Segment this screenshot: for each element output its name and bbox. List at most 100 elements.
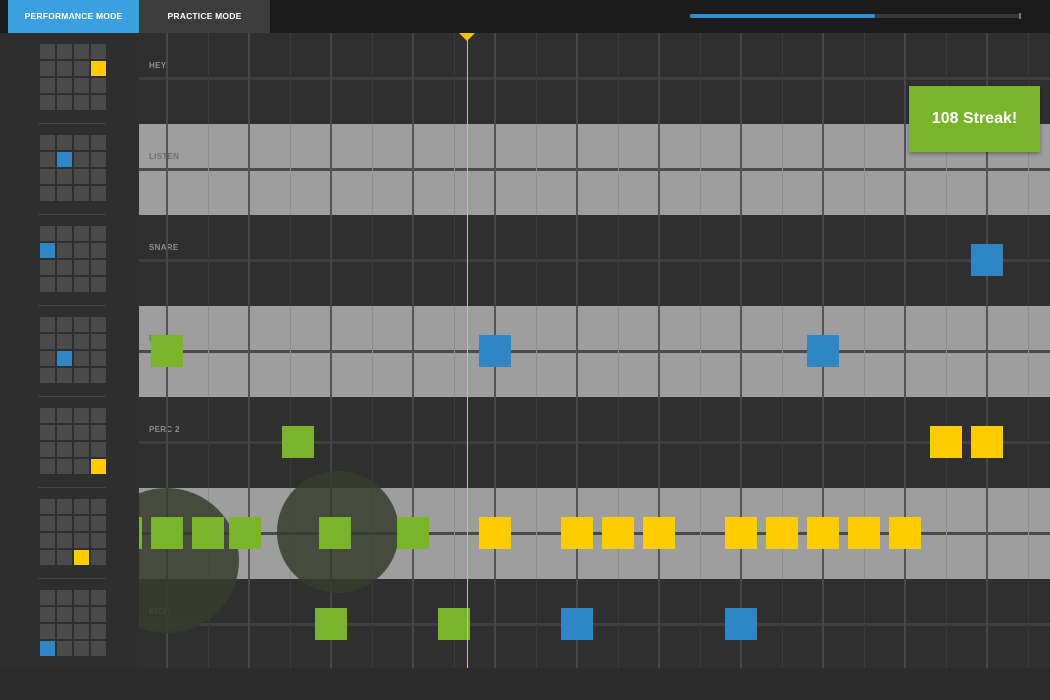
pad-cell: [74, 78, 89, 93]
note-block: [479, 517, 511, 549]
pad-cell: [91, 425, 106, 440]
pad-cell: [91, 624, 106, 639]
pad-cell: [57, 78, 72, 93]
pad-cell: [40, 95, 55, 110]
song-progress-end-marker: [1019, 13, 1021, 19]
pad-cell: [57, 516, 72, 531]
grid-line-segment: [1028, 306, 1029, 397]
note-block: [971, 426, 1003, 458]
grid-line-segment: [290, 124, 291, 215]
pad-cell: [57, 44, 72, 59]
pad-cell: [74, 499, 89, 514]
pad-cell: [74, 169, 89, 184]
streak-badge: 108 Streak!: [909, 86, 1040, 152]
pad-cell: [40, 226, 55, 241]
tab-practice-mode[interactable]: PRACTICE MODE: [139, 0, 270, 33]
grid-line-segment: [248, 124, 250, 215]
grid-line-segment: [494, 124, 496, 215]
pad-cell: [57, 226, 72, 241]
pad-cell: [57, 459, 72, 474]
grid-line-segment: [576, 124, 578, 215]
pad-grid-preview: [40, 499, 108, 567]
playhead-line: [467, 33, 468, 668]
grid-line-segment: [372, 306, 373, 397]
grid-line-segment: [782, 306, 783, 397]
pad-cell: [57, 260, 72, 275]
note-block: [807, 517, 839, 549]
pad-cell: [57, 641, 72, 656]
grid-line-segment: [536, 306, 537, 397]
pad-cell: [91, 95, 106, 110]
pad-cell: [91, 533, 106, 548]
track-row: PERC: [139, 306, 1050, 397]
pad-cell: [40, 277, 55, 292]
pad-cell: [74, 425, 89, 440]
pad-cell-active: [57, 152, 72, 167]
pad-cell: [40, 351, 55, 366]
note-block: [725, 608, 757, 640]
grid-line-segment: [412, 306, 414, 397]
pad-cell: [57, 607, 72, 622]
grid-line-segment: [700, 488, 701, 579]
pad-cell: [91, 641, 106, 656]
pad-cell: [91, 499, 106, 514]
grid-line-segment: [536, 488, 537, 579]
pad-separator: [38, 305, 106, 306]
track-lane-line: [139, 350, 1050, 353]
pad-cell: [74, 277, 89, 292]
grid-line-segment: [986, 306, 988, 397]
pad-cell: [74, 260, 89, 275]
grid-line-segment: [330, 124, 332, 215]
note-block: [282, 426, 315, 458]
pad-grid-preview: [40, 135, 108, 203]
grid-line-segment: [822, 124, 824, 215]
grid-line-segment: [658, 306, 660, 397]
pad-cell: [91, 152, 106, 167]
pad-cell: [74, 243, 89, 258]
track-label: LISTEN: [149, 152, 180, 161]
grid-line-segment: [290, 306, 291, 397]
track-row: KICK: [139, 579, 1050, 668]
pad-cell-active: [40, 641, 55, 656]
pad-grid-preview: [40, 408, 108, 476]
pad-cell: [91, 226, 106, 241]
tab-performance-mode[interactable]: PERFORMANCE MODE: [8, 0, 139, 33]
pad-cell: [74, 641, 89, 656]
grid-line-segment: [330, 306, 332, 397]
pad-cell: [74, 334, 89, 349]
track-lane-line: [139, 259, 1050, 262]
pad-grid-preview: [40, 317, 108, 385]
pad-cell: [57, 550, 72, 565]
grid-line-segment: [208, 124, 209, 215]
pad-cell: [57, 334, 72, 349]
note-block: [151, 517, 183, 549]
note-block: [561, 608, 593, 640]
pad-cell: [57, 425, 72, 440]
grid-line-segment: [658, 124, 660, 215]
pad-cell: [40, 533, 55, 548]
note-block: [602, 517, 634, 549]
pad-cell: [74, 226, 89, 241]
grid-line-segment: [782, 124, 783, 215]
pad-cell: [40, 550, 55, 565]
pad-separator: [38, 396, 106, 397]
pad-cell: [57, 61, 72, 76]
pad-cell: [40, 607, 55, 622]
note-block: [151, 335, 183, 367]
pad-preview-column: [8, 33, 140, 668]
pad-cell: [57, 317, 72, 332]
pad-cell-active: [74, 550, 89, 565]
pad-cell: [40, 78, 55, 93]
note-block: [139, 517, 142, 549]
pad-cell: [91, 78, 106, 93]
pad-cell: [57, 368, 72, 383]
pad-cell: [57, 135, 72, 150]
note-block: [725, 517, 757, 549]
playhead-marker-icon: [459, 33, 475, 41]
pad-cell: [74, 44, 89, 59]
grid-line-segment: [864, 306, 865, 397]
pad-cell: [57, 499, 72, 514]
pad-cell: [74, 368, 89, 383]
note-block: [643, 517, 675, 549]
grid-line-segment: [454, 306, 455, 397]
